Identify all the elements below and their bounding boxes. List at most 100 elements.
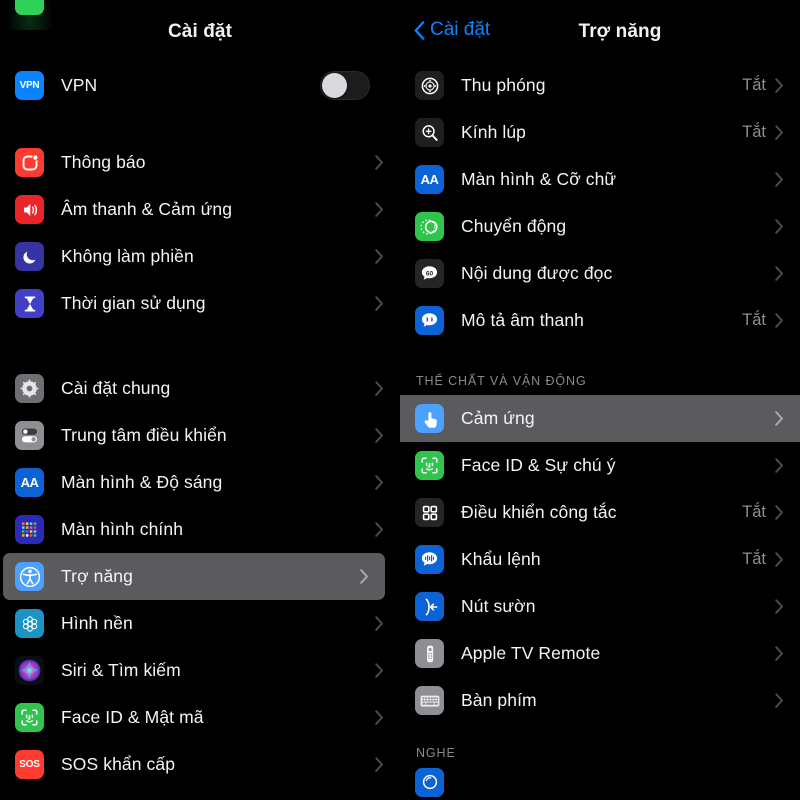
chevron-right-icon [775, 219, 784, 234]
sidebar-item-accessibility[interactable]: Trợ năng [3, 553, 385, 600]
detail-group-physical-motor: Cảm ứng Face ID & Sự chú ý Điều khiển cô… [400, 395, 800, 724]
settings-split-view: Cài đặt VPN VPN Thông báo Âm thanh & Cảm… [0, 0, 800, 800]
chevron-right-icon [375, 202, 384, 217]
sidebar-item-sounds-haptics[interactable]: Âm thanh & Cảm ứng [0, 186, 400, 233]
toggle-knob [322, 73, 347, 98]
face-id-attention-icon [415, 451, 444, 480]
detail-item-face-id-attention[interactable]: Face ID & Sự chú ý [400, 442, 800, 489]
zoom-icon [415, 71, 444, 100]
sidebar-item-label: Trợ năng [61, 566, 133, 586]
chevron-right-icon [775, 552, 784, 567]
detail-item-value: Tắt [742, 503, 766, 521]
detail-item-label: Khẩu lệnh [461, 549, 541, 569]
sidebar-item-display-brightness[interactable]: AA Màn hình & Độ sáng [0, 459, 400, 506]
sidebar-item-label: Face ID & Mật mã [61, 707, 204, 727]
sidebar-item-wallpaper[interactable]: Hình nền [0, 600, 400, 647]
chevron-right-icon [775, 646, 784, 661]
home-screen-icon [15, 515, 44, 544]
detail-group-hearing [400, 767, 800, 797]
sidebar-item-label: Màn hình & Độ sáng [61, 472, 223, 492]
chevron-right-icon [375, 155, 384, 170]
sidebar-item-face-id-passcode[interactable]: Face ID & Mật mã [0, 694, 400, 741]
group-separator [0, 109, 400, 139]
section-header-hearing: NGHE [416, 746, 456, 760]
detail-item-label: Điều khiển công tắc [461, 502, 617, 522]
sidebar-item-label: Cài đặt chung [61, 378, 171, 398]
chevron-right-icon [375, 710, 384, 725]
chevron-right-icon [775, 172, 784, 187]
sidebar-item-control-center[interactable]: Trung tâm điều khiển [0, 412, 400, 459]
sidebar-item-label: Hình nền [61, 613, 133, 633]
detail-item-voice-control[interactable]: Khẩu lệnh Tắt [400, 536, 800, 583]
detail-item-switch-control[interactable]: Điều khiển công tắc Tắt [400, 489, 800, 536]
touch-icon [415, 404, 444, 433]
chevron-right-icon [375, 249, 384, 264]
detail-item-label: Bàn phím [461, 690, 537, 710]
notifications-icon [15, 148, 44, 177]
detail-item-display-text-size[interactable]: AA Màn hình & Cỡ chữ [400, 156, 800, 203]
chevron-right-icon [375, 663, 384, 678]
sidebar-item-screen-time[interactable]: Thời gian sử dụng [0, 280, 400, 327]
chevron-right-icon [775, 458, 784, 473]
control-center-icon [15, 421, 44, 450]
chevron-right-icon [375, 616, 384, 631]
vpn-toggle[interactable] [320, 71, 370, 100]
apple-tv-remote-icon [415, 639, 444, 668]
sidebar-item-label: Không làm phiền [61, 246, 194, 266]
chevron-right-icon [775, 411, 784, 426]
group-separator [400, 344, 800, 374]
chevron-right-icon [775, 78, 784, 93]
detail-item-zoom[interactable]: Thu phóng Tắt [400, 62, 800, 109]
voice-control-icon [415, 545, 444, 574]
sidebar-item-notifications[interactable]: Thông báo [0, 139, 400, 186]
detail-item-touch[interactable]: Cảm ứng [400, 395, 800, 442]
sidebar-item-vpn[interactable]: VPN VPN [0, 62, 400, 109]
sidebar-item-label: Màn hình chính [61, 519, 184, 539]
section-header-physical-motor: THỂ CHẤT VÀ VẬN ĐỘNG [416, 374, 587, 388]
detail-page-title: Trợ năng [578, 21, 662, 42]
detail-item-label: Thu phóng [461, 75, 546, 95]
chevron-right-icon [375, 428, 384, 443]
sidebar-item-label: Thông báo [61, 152, 146, 172]
sidebar-group-vpn: VPN VPN [0, 62, 400, 109]
detail-item-label: Chuyển động [461, 216, 567, 236]
detail-item-label: Cảm ứng [461, 408, 535, 428]
sidebar-item-label: Siri & Tìm kiếm [61, 660, 181, 680]
detail-item-keyboard[interactable]: Bàn phím [400, 677, 800, 724]
detail-item-audio-descriptions[interactable]: Mô tả âm thanh Tắt [400, 297, 800, 344]
emergency-sos-icon: SOS [15, 750, 44, 779]
chevron-right-icon [375, 757, 384, 772]
sidebar-item-label: VPN [61, 75, 98, 95]
accessibility-detail-pane: Cài đặt Trợ năng Thu phóng Tắt Kính lúp … [400, 0, 800, 800]
siri-search-icon [15, 656, 44, 685]
chevron-right-icon [375, 296, 384, 311]
chevron-right-icon [375, 381, 384, 396]
face-id-icon [15, 703, 44, 732]
detail-item-motion[interactable]: Chuyển động [400, 203, 800, 250]
detail-item-value: Tắt [742, 550, 766, 568]
sidebar-item-general[interactable]: Cài đặt chung [0, 365, 400, 412]
detail-item-side-button[interactable]: Nút sườn [400, 583, 800, 630]
keyboard-icon [415, 686, 444, 715]
sidebar-group-general: Cài đặt chung Trung tâm điều khiển AA Mà… [0, 365, 400, 788]
detail-item-apple-tv-remote[interactable]: Apple TV Remote [400, 630, 800, 677]
detail-item-label: Kính lúp [461, 122, 527, 142]
sidebar-item-home-screen[interactable]: Màn hình chính [0, 506, 400, 553]
detail-item-hearing-partial[interactable] [400, 767, 800, 797]
sidebar-item-emergency-sos[interactable]: SOS SOS khẩn cấp [0, 741, 400, 788]
screen-time-icon [15, 289, 44, 318]
detail-item-label: Apple TV Remote [461, 643, 601, 663]
switch-control-icon [415, 498, 444, 527]
sidebar-item-siri-search[interactable]: Siri & Tìm kiếm [0, 647, 400, 694]
detail-item-value: Tắt [742, 76, 766, 94]
accessibility-icon [15, 562, 44, 591]
vpn-icon: VPN [15, 71, 44, 100]
chevron-left-icon [414, 20, 425, 40]
detail-item-spoken-content[interactable]: 60 Nội dung được đọc [400, 250, 800, 297]
sidebar-item-do-not-disturb[interactable]: Không làm phiền [0, 233, 400, 280]
do-not-disturb-icon [15, 242, 44, 271]
display-brightness-icon: AA [15, 468, 44, 497]
detail-item-magnifier[interactable]: Kính lúp Tắt [400, 109, 800, 156]
detail-item-label: Mô tả âm thanh [461, 310, 584, 330]
chevron-right-icon [375, 475, 384, 490]
